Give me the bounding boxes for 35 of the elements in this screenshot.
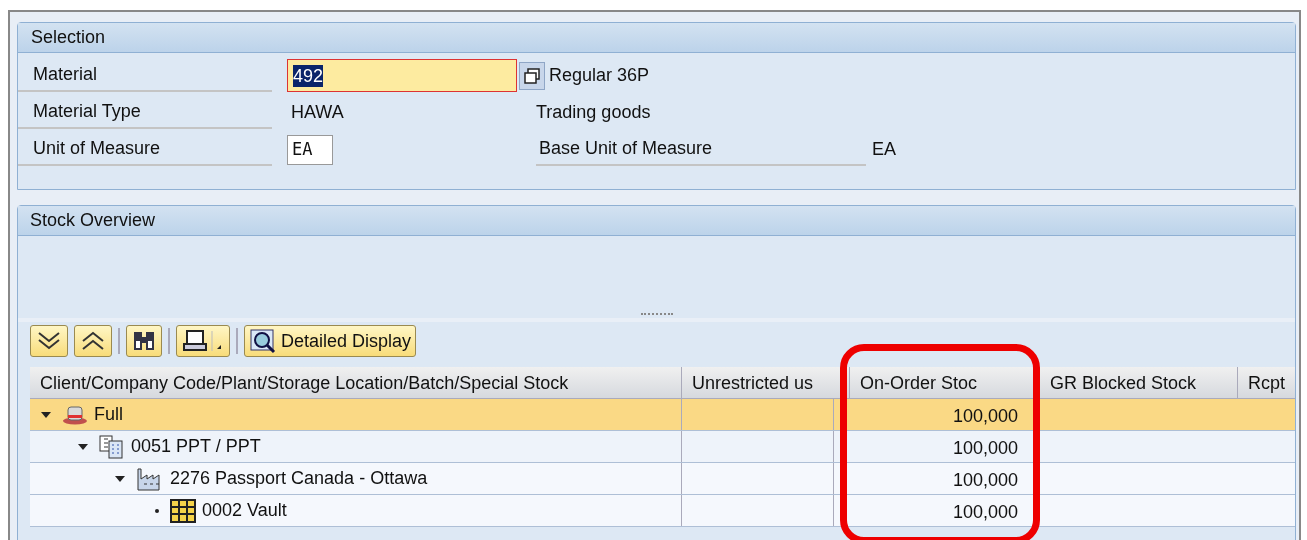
table-cell: 100,000: [833, 431, 1020, 462]
shelf-icon: [170, 498, 196, 523]
unit-field[interactable]: EA: [287, 134, 333, 165]
tree-node-label[interactable]: Full: [94, 401, 123, 428]
magnifier-icon: [249, 328, 277, 354]
field-value: HAWA: [291, 101, 345, 124]
tree-node-label[interactable]: 0002 Vault: [202, 497, 287, 524]
tree-node-label[interactable]: 2276 Passport Canada - Ottawa: [170, 465, 428, 492]
table-cell: 100,000: [833, 463, 1020, 494]
field-value: Trading goods: [536, 101, 651, 124]
table-cell: 100,000: [833, 495, 1020, 526]
splitter-handle[interactable]: [640, 313, 673, 316]
print-button[interactable]: [176, 325, 230, 357]
hat-icon: [62, 404, 88, 425]
binoculars-icon: [131, 329, 157, 353]
material-field[interactable]: 492: [287, 59, 517, 92]
detailed-display-button[interactable]: Detailed Display: [244, 325, 417, 357]
field-value: EA: [872, 138, 896, 161]
field-label: Base Unit of Measure: [536, 133, 866, 166]
panel-title: Stock Overview: [30, 209, 156, 232]
tree-node-label[interactable]: 0051 PPT / PPT: [131, 433, 261, 460]
building-icon: [99, 434, 125, 459]
copy-icon[interactable]: [519, 61, 545, 90]
collapse-all-button[interactable]: [74, 325, 112, 357]
expand-icon[interactable]: [40, 410, 52, 419]
expand-icon[interactable]: [77, 442, 89, 451]
field-label: Material Type: [18, 96, 272, 129]
field-label: Material: [18, 59, 272, 92]
find-button[interactable]: [126, 325, 162, 357]
panel-title: Selection: [31, 26, 106, 49]
expand-icon[interactable]: [114, 474, 126, 483]
expand-all-button[interactable]: [30, 325, 68, 357]
table-cell: 100,000: [833, 399, 1020, 430]
field-label: Unit of Measure: [18, 133, 272, 166]
material-description: Regular 36P: [549, 64, 650, 87]
